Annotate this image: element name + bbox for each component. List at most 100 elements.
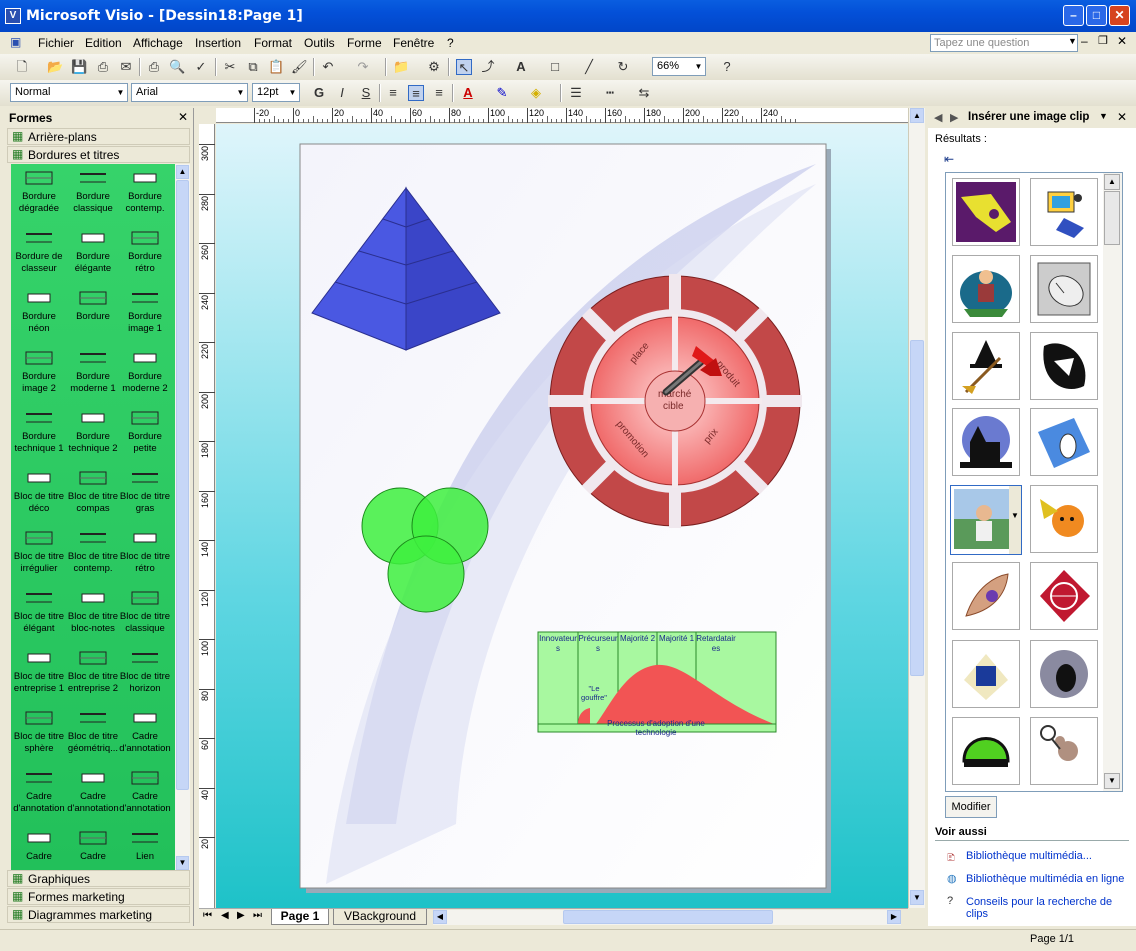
stencil-item[interactable]: Cadre d'annotation [13,768,65,815]
menu-outils[interactable]: Outils [304,36,335,50]
stencil-item[interactable]: Bordure élégante [67,228,119,275]
doc-close-icon[interactable]: ✕ [1117,34,1127,48]
stencil-item[interactable]: Bloc de titre classique [119,588,171,635]
stencil-item[interactable]: Cadre [67,828,119,863]
rectangle-tool-icon[interactable]: □ [547,59,563,75]
menu-help[interactable]: ? [447,36,454,50]
redo-icon[interactable]: ↷ [355,59,371,75]
rotation-tool-icon[interactable]: ↻ [615,59,631,75]
prev-page-icon[interactable]: ◀ [221,910,229,921]
clip-art-feather[interactable] [952,562,1020,630]
stencil-formes-marketing[interactable]: Formes marketing [7,888,190,905]
line-pattern-icon[interactable]: ┅ [602,85,618,101]
stencil-item[interactable]: Cadre d'annotation [67,768,119,815]
font-combo[interactable]: Arial ▼ [131,83,248,102]
stencil-scrollbar[interactable]: ▲ ▼ [175,164,190,872]
stencil-item[interactable]: Bordure classique [67,168,119,215]
shadow-text-button[interactable]: S [358,85,374,101]
stencil-graphiques[interactable]: Graphiques [7,870,190,887]
minimize-button[interactable]: – [1063,5,1084,26]
stencil-bordures-titres[interactable]: Bordures et titres [7,146,190,163]
italic-button[interactable]: I [334,85,350,101]
stencil-item[interactable]: Bloc de titre déco [13,468,65,515]
help-icon[interactable]: ? [719,59,735,75]
stencil-item[interactable]: Cadre d'annotation [119,708,171,755]
menu-insertion[interactable]: Insertion [195,36,241,50]
tab-page-1[interactable]: Page 1 [271,909,329,925]
print-preview-icon[interactable]: 🔍 [169,59,185,75]
stencil-item[interactable]: Bloc de titre compas [67,468,119,515]
font-color-icon[interactable]: A [460,85,476,101]
help-search-input[interactable]: Tapez une question [930,34,1078,52]
email-icon[interactable]: ✉ [118,59,134,75]
modify-button[interactable]: Modifier [945,796,997,818]
stencil-item[interactable]: Bloc de titre gras [119,468,171,515]
text-tool-icon[interactable]: A [513,59,529,75]
clip-art-globe-red[interactable] [1030,562,1098,630]
stencil-item[interactable]: Cadre [13,828,65,863]
stencil-item[interactable]: Bordure moderne 1 [67,348,119,395]
link-online-library[interactable]: Bibliothèque multimédia en ligne [966,873,1124,885]
clip-art-green-helmet[interactable] [952,717,1020,785]
pointer-tool-icon[interactable]: ↖ [456,59,472,75]
visio-app-icon[interactable]: V [5,8,21,24]
stencil-item[interactable]: Bordure rétro [119,228,171,275]
fill-color-icon[interactable]: ◈ [528,85,544,101]
stencil-diagrammes-marketing[interactable]: Diagrammes marketing [7,906,190,923]
close-button[interactable]: ✕ [1109,5,1130,26]
stencil-icon[interactable]: 📁 [393,59,409,75]
cut-icon[interactable]: ✂ [222,59,238,75]
document-icon[interactable]: ▣ [10,35,21,49]
style-combo[interactable]: Normal ▼ [10,83,128,102]
clip-art-witch[interactable] [952,332,1020,400]
link-media-library[interactable]: Bibliothèque multimédia... [966,850,1092,862]
first-page-icon[interactable]: ⏮ [203,910,212,921]
clip-results-scrollbar[interactable]: ▲ ▼ [1103,173,1122,791]
stencil-item[interactable]: Bloc de titre bloc-notes [67,588,119,635]
paste-icon[interactable]: 📋 [268,59,284,75]
menu-edition[interactable]: Edition [85,36,122,50]
stencil-item[interactable]: Bloc de titre entreprise 2 [67,648,119,695]
stencil-arriere-plans[interactable]: Arrière-plans [7,128,190,145]
clip-art-haunted-house[interactable] [952,408,1020,476]
target-diagram[interactable]: place produit promotion prix marché cibl… [548,274,802,528]
stencil-item[interactable]: Cadre d'annotation [119,768,171,815]
new-icon[interactable]: 🗋 [14,59,30,75]
last-page-icon[interactable]: ⏭ [253,910,262,921]
stencil-item[interactable]: Bordure moderne 2 [119,348,171,395]
line-color-icon[interactable]: ✎ [494,85,510,101]
line-tool-icon[interactable]: ╱ [581,59,597,75]
clip-art-gardener[interactable] [952,255,1020,323]
clip-art-computer-person[interactable] [1030,178,1098,246]
open-icon[interactable]: 📂 [47,59,63,75]
connector-layout-icon[interactable]: ⚙ [426,59,442,75]
doc-minimize-icon[interactable]: – [1081,34,1088,48]
close-panel-icon[interactable]: ✕ [178,110,188,124]
stencil-item[interactable]: Bordure technique 1 [13,408,65,455]
stencil-item[interactable]: Bloc de titre sphère [13,708,65,755]
pane-menu-icon[interactable]: ▼ [1099,111,1108,121]
stencil-item[interactable]: Bloc de titre horizon [119,648,171,695]
collapse-results-icon[interactable]: ⇤ [944,152,954,166]
stencil-item[interactable]: Bordure de classeur [13,228,65,275]
tab-vbackground[interactable]: VBackground [333,909,427,925]
print-setup-icon[interactable]: ⎙ [95,59,111,75]
doc-restore-icon[interactable]: ❐ [1098,34,1108,47]
stencil-item[interactable]: Bordure image 2 [13,348,65,395]
stencil-item[interactable]: Bloc de titre entreprise 1 [13,648,65,695]
drawing-canvas[interactable]: place produit promotion prix marché cibl… [216,124,908,908]
clip-art-people-photo[interactable]: ▼ [950,485,1022,555]
line-weight-icon[interactable]: ☰ [568,85,584,101]
stencil-item[interactable]: Bloc de titre rétro [119,528,171,575]
font-size-combo[interactable]: 12pt ▼ [252,83,300,102]
stencil-item[interactable]: Bordure technique 2 [67,408,119,455]
clip-art-purple-graph[interactable] [952,178,1020,246]
clip-dropdown-icon[interactable]: ▼ [1009,486,1021,554]
stencil-item[interactable]: Bordure petite [119,408,171,455]
format-painter-icon[interactable]: 🖌 [291,59,308,75]
save-icon[interactable]: 💾 [71,59,87,75]
align-right-icon[interactable]: ≡ [431,85,447,101]
menu-fenetre[interactable]: Fenêtre [393,36,434,50]
clip-art-diskette[interactable] [952,640,1020,708]
stencil-item[interactable]: Bloc de titre irrégulier [13,528,65,575]
